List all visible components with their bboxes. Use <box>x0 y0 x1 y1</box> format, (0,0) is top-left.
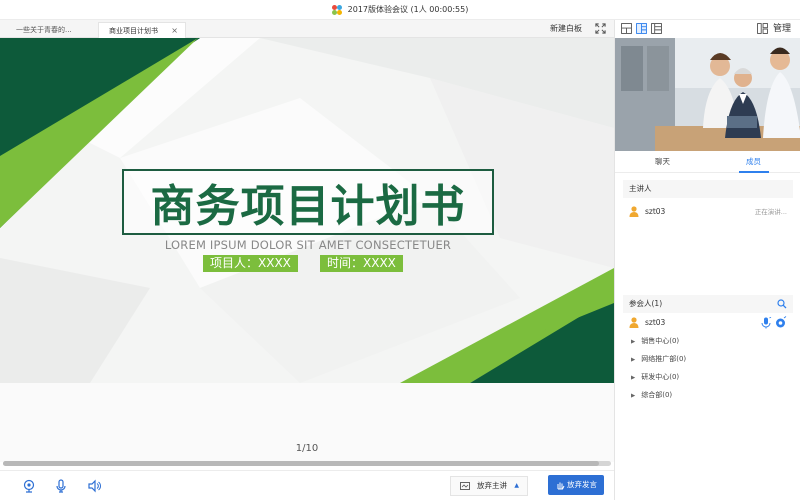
project-person-label: 项目人：XXXX <box>203 255 298 272</box>
manage-icon[interactable] <box>757 23 768 34</box>
panel-tabs: 聊天 成员 <box>615 151 800 173</box>
app-logo-icon <box>331 4 342 15</box>
tab-chat[interactable]: 聊天 <box>655 151 670 173</box>
right-panel: 管理 聊天 成员 主讲人 szt03 正在演讲... 参会人(1) szt03 … <box>614 20 800 500</box>
group-label: 网络推广部(0) <box>641 355 687 363</box>
expand-arrow-icon[interactable]: ▶ <box>631 357 635 363</box>
search-icon[interactable] <box>777 299 787 309</box>
scrollbar-thumb[interactable] <box>3 461 599 466</box>
expand-arrow-icon[interactable]: ▶ <box>631 339 635 345</box>
horizontal-scrollbar[interactable] <box>3 461 611 466</box>
close-icon[interactable]: × <box>171 23 178 39</box>
attendees-section-label: 参会人(1) <box>629 299 663 308</box>
video-feed <box>615 38 800 151</box>
group-rd-center[interactable]: ▶ 研发中心(0) <box>631 370 679 384</box>
tab-members[interactable]: 成员 <box>746 151 761 173</box>
hand-icon <box>557 482 565 490</box>
attendee-row[interactable]: szt03 <box>623 316 793 330</box>
attendee-camera-icon[interactable] <box>775 316 787 329</box>
presenter-name: szt03 <box>645 207 666 216</box>
give-up-speech-label: 放弃发言 <box>567 480 597 489</box>
attendee-name: szt03 <box>645 318 666 327</box>
group-general-dept[interactable]: ▶ 综合部(0) <box>631 388 672 402</box>
presenter-section-header: 主讲人 <box>623 180 793 198</box>
attendee-user-icon <box>629 317 639 328</box>
tab-label: 一些关于青春的... <box>16 26 72 34</box>
document-tab-bar: 一些关于青春的... 商业项目计划书 × 新建白板 <box>0 20 614 38</box>
expand-arrow-icon[interactable]: ▶ <box>631 375 635 381</box>
window-title: 2017版体验会议 (1人 00:00:55) <box>347 5 469 14</box>
grid-layout-icon[interactable] <box>621 23 632 34</box>
app-window: 2017版体验会议 (1人 00:00:55) 一些关于青春的... 商业项目计… <box>0 0 800 500</box>
attendees-section-header: 参会人(1) <box>623 295 793 313</box>
microphone-icon[interactable] <box>54 479 68 493</box>
list-layout-icon[interactable] <box>651 23 662 34</box>
bottom-toolbar: 放弃主讲 ▲ <box>0 470 614 500</box>
camera-icon[interactable] <box>22 479 36 493</box>
video-frame-image <box>615 38 800 151</box>
expand-arrow-icon[interactable]: ▶ <box>631 393 635 399</box>
give-up-host-button[interactable]: 放弃主讲 ▲ <box>450 476 528 496</box>
title-bar: 2017版体验会议 (1人 00:00:55) <box>0 0 800 20</box>
presenter-user-icon <box>629 206 639 217</box>
speaker-icon[interactable] <box>87 479 101 493</box>
group-online-marketing[interactable]: ▶ 网络推广部(0) <box>631 352 686 366</box>
fullscreen-icon[interactable] <box>595 23 606 34</box>
attendee-microphone-icon[interactable] <box>761 317 772 329</box>
tab-business-plan[interactable]: 商业项目计划书 × <box>98 22 186 38</box>
group-sales-center[interactable]: ▶ 销售中心(0) <box>631 334 679 348</box>
slide-subtitle: LOREM IPSUM DOLOR SIT AMET CONSECTETUER <box>164 238 452 252</box>
group-label: 销售中心(0) <box>641 337 680 345</box>
tab-youth-doc[interactable]: 一些关于青春的... <box>6 22 98 38</box>
manage-button[interactable]: 管理 <box>773 20 791 38</box>
presenter-row[interactable]: szt03 正在演讲... <box>623 205 793 219</box>
new-whiteboard-button[interactable]: 新建白板 <box>550 20 582 38</box>
presentation-icon <box>460 482 470 490</box>
group-label: 研发中心(0) <box>641 373 680 381</box>
slide-title: 商务项目计划书 <box>150 181 466 232</box>
tab-label: 商业项目计划书 <box>109 27 158 35</box>
group-label: 综合部(0) <box>641 391 673 399</box>
active-tab-indicator <box>739 171 769 173</box>
caret-up-icon[interactable]: ▲ <box>514 477 519 495</box>
give-up-speech-button[interactable]: 放弃发言 <box>548 475 604 495</box>
right-panel-toolbar: 管理 <box>615 20 800 38</box>
give-up-host-label: 放弃主讲 <box>477 481 507 490</box>
slide-title-frame: 商务项目计划书 <box>122 169 494 235</box>
time-label: 时间：XXXX <box>320 255 403 272</box>
split-layout-icon[interactable] <box>636 23 647 34</box>
presenter-status: 正在演讲... <box>754 208 787 216</box>
page-indicator: 1/10 <box>295 443 319 454</box>
